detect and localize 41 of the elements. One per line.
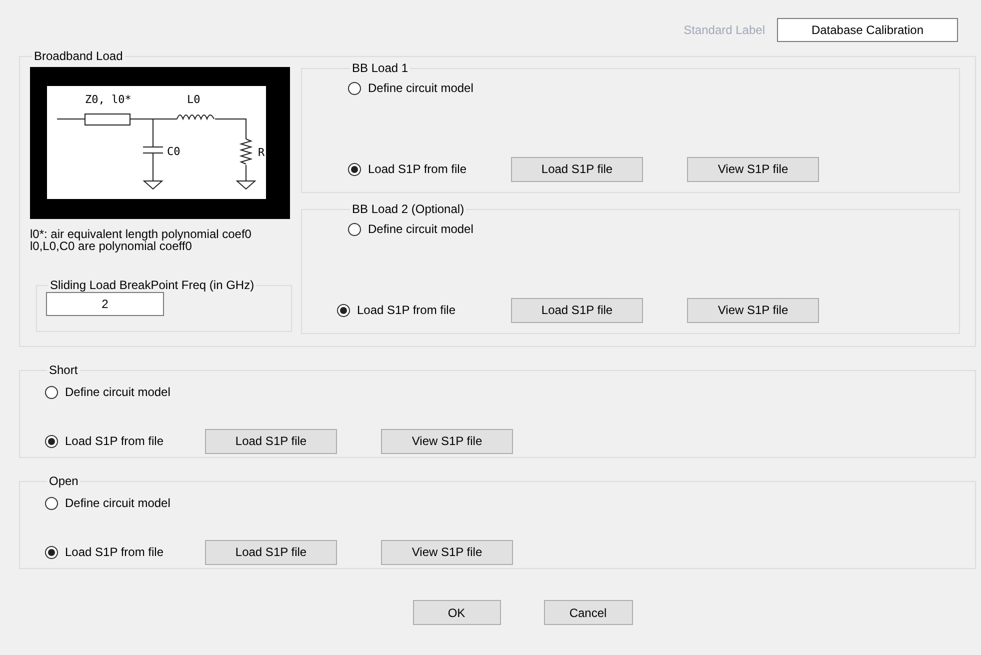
input-field[interactable]: 2	[46, 292, 164, 316]
radio-button[interactable]	[348, 222, 361, 236]
group-title: BB Load 2 (Optional)	[351, 202, 466, 216]
radio-label: Define circuit model	[368, 222, 474, 236]
note-text: l0,L0,C0 are polynomial coeff0	[30, 240, 192, 252]
circuit-label: R	[258, 146, 265, 159]
view-file-button[interactable]: View S1P file	[381, 540, 513, 564]
radio-button[interactable]	[348, 162, 361, 176]
input-field[interactable]: Database Calibration	[777, 18, 958, 42]
group-title: Short	[48, 363, 79, 377]
view-file-button[interactable]: View S1P file	[381, 428, 513, 454]
ok-button[interactable]: OK	[412, 600, 500, 625]
cancel-button[interactable]: Cancel	[544, 600, 632, 625]
radio-button[interactable]	[45, 546, 58, 558]
radio-button[interactable]	[348, 82, 361, 94]
radio-label: Define circuit model	[65, 496, 170, 510]
view-file-button[interactable]: View S1P file	[687, 298, 819, 322]
load-file-button[interactable]: Load S1P file	[511, 298, 643, 322]
group-title: Broadband Load	[33, 49, 124, 63]
load-file-button[interactable]: Load S1P file	[205, 428, 337, 454]
radio-button[interactable]	[45, 386, 58, 398]
group-title: BB Load 1	[351, 61, 410, 75]
circuit-label: Z0, l0*	[85, 93, 132, 106]
radio-label: Load S1P from file	[65, 434, 164, 448]
radio-label: Define circuit model	[65, 385, 170, 399]
radio-button[interactable]	[337, 304, 350, 316]
view-file-button[interactable]: View S1P file	[687, 156, 819, 182]
radio-label: Load S1P from file	[65, 545, 164, 559]
radio-label: Load S1P from file	[368, 162, 467, 176]
load-file-button[interactable]: Load S1P file	[511, 156, 643, 182]
group-title: Sliding Load BreakPoint Freq (in GHz)	[49, 278, 256, 292]
radio-label: Load S1P from file	[357, 303, 456, 317]
load-file-button[interactable]: Load S1P file	[205, 540, 337, 564]
circuit-label: C0	[167, 145, 180, 158]
field-label: Standard Label	[684, 23, 765, 37]
note-text: l0*: air equivalent length polynomial coef0	[30, 228, 252, 240]
radio-button[interactable]	[45, 434, 58, 448]
circuit-label: L0	[187, 93, 200, 106]
group-title: Open	[48, 474, 80, 488]
radio-button[interactable]	[45, 496, 58, 510]
radio-label: Define circuit model	[368, 81, 474, 95]
